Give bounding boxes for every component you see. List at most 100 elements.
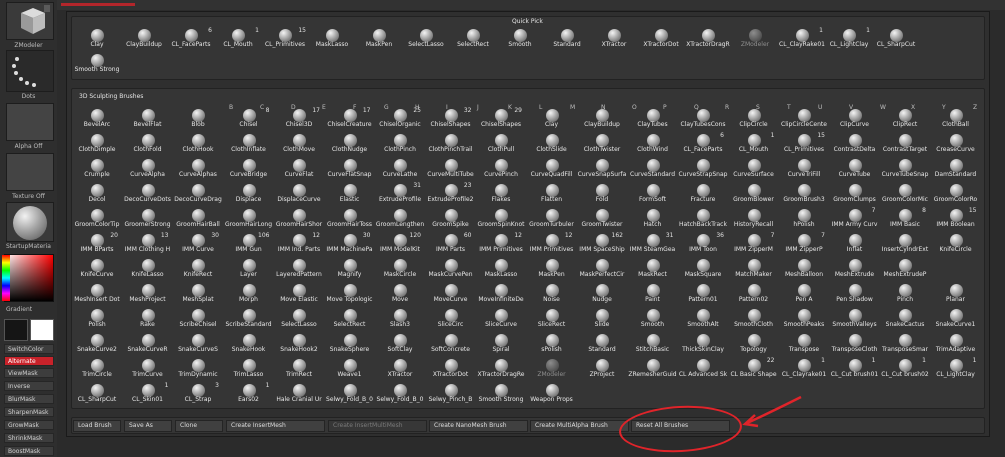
brush-tile[interactable]: CurveStandard [630, 157, 675, 178]
brush-tile[interactable]: Displace [227, 182, 271, 203]
brush-tile[interactable]: Flakes [479, 182, 523, 203]
brush-tile[interactable]: Hatch [631, 207, 675, 228]
brush-tile[interactable]: HatchBackTrack [679, 207, 727, 228]
brush-tile[interactable]: SmoothCloth [732, 307, 776, 328]
brush-tile[interactable]: 1 CL_ClayRake01 [779, 27, 825, 48]
brush-tile[interactable]: CL Advanced Sk [679, 357, 727, 378]
brush-tile[interactable]: SnakeCurveR [126, 332, 170, 353]
brush-tile[interactable]: SnakeSphere [328, 332, 372, 353]
viewmask-button[interactable]: ViewMask [4, 368, 54, 378]
brush-tile[interactable]: Smooth [498, 27, 542, 48]
brush-tile[interactable]: Planar [934, 282, 978, 303]
brush-tile[interactable]: Move [378, 282, 422, 303]
blurmask-button[interactable]: BlurMask [4, 394, 54, 404]
letter-jump[interactable]: E [322, 104, 326, 111]
brush-tile[interactable]: ScribeStandard [225, 307, 272, 328]
brush-tile[interactable]: SelectRect [328, 307, 372, 328]
brush-tile[interactable]: Magnify [328, 257, 372, 278]
brush-tile[interactable]: Topology [732, 332, 776, 353]
brush-tile[interactable]: DisplaceCurve [277, 182, 321, 203]
brush-tile[interactable]: 29 ChiselShapes [479, 107, 523, 128]
brush-tile[interactable]: Pinch [883, 282, 927, 303]
brush-tile[interactable]: XTractorDragRe [478, 357, 524, 378]
brush-tile[interactable]: Smooth [631, 307, 675, 328]
brush-tile[interactable]: Crumple [75, 157, 119, 178]
brush-tile[interactable]: 15 IMM Boolean [934, 207, 978, 228]
brush-tile[interactable]: GroomHairBall [176, 207, 220, 228]
brush-tile[interactable]: GroomBlower [732, 182, 776, 203]
brush-tile[interactable]: ClothHook [176, 132, 220, 153]
brush-tile[interactable]: ScribeChisel [176, 307, 220, 328]
brush-tile[interactable]: Standard [580, 332, 624, 353]
brush-tile[interactable]: ClothNudge [328, 132, 372, 153]
brush-tile[interactable]: Fracture [681, 182, 725, 203]
brush-tile[interactable]: SelectLasso [404, 27, 448, 48]
brush-tile[interactable]: ClipCircle [732, 107, 776, 128]
brush-tile[interactable]: 31 IMM SteamGea [630, 232, 675, 253]
brush-tile[interactable]: Spiral [479, 332, 523, 353]
brush-tile[interactable]: 6 CL_FaceParts [169, 27, 213, 48]
brush-tile[interactable]: Standard [545, 27, 589, 48]
brush-tile[interactable]: TrimRect [277, 357, 321, 378]
brush-tile[interactable]: ClothMove [277, 132, 321, 153]
brush-tile[interactable]: CurveTube [833, 157, 877, 178]
letter-jump[interactable]: R [725, 104, 729, 111]
current-tool-thumbnail[interactable] [6, 2, 54, 40]
brush-tile[interactable]: SnakeCurve2 [75, 332, 119, 353]
brush-tile[interactable]: FormSoft [631, 182, 675, 203]
brush-tile[interactable]: 13 IMM Clothing H [125, 232, 170, 253]
brush-tile[interactable]: 6 CL_FaceParts [681, 132, 725, 153]
brush-tile[interactable]: CurveAlphas [176, 157, 220, 178]
brush-tile[interactable]: MaskLasso [310, 27, 354, 48]
brush-tile[interactable]: 30 IMM Curve [176, 232, 220, 253]
brush-tile[interactable]: 31 ExtrudeProfile [378, 182, 422, 203]
brush-tile[interactable]: 106 IMM Gun [227, 232, 271, 253]
brush-tile[interactable]: DecoCurveDrag [174, 182, 222, 203]
brush-tile[interactable]: ClothPinchTrail [428, 132, 473, 153]
brush-tile[interactable]: ZModeler [530, 357, 574, 378]
brush-tile[interactable]: ClipRect [883, 107, 927, 128]
growmask-button[interactable]: GrowMask [4, 420, 54, 430]
brush-tile[interactable]: ContrastTarget [883, 132, 927, 153]
brush-tile[interactable]: Transpose [782, 332, 826, 353]
brush-tile[interactable]: CL_SharpCut [75, 382, 119, 403]
brush-tile[interactable]: TransposeSmar [882, 332, 928, 353]
brush-tile[interactable]: KnifeLasso [126, 257, 170, 278]
brush-tile[interactable]: CreaseCurve [934, 132, 978, 153]
brush-tile[interactable]: Rake [126, 307, 170, 328]
brush-tile[interactable]: CurveTriFill [782, 157, 826, 178]
brush-tile[interactable]: ClayTubes [631, 107, 675, 128]
create-insertmesh-button[interactable]: Create InsertMesh [226, 420, 325, 432]
brush-tile[interactable]: Pattern01 [681, 282, 725, 303]
brush-tile[interactable]: 32 ChiselShapes [429, 107, 473, 128]
brush-tile[interactable]: ClayTubesCons [680, 107, 726, 128]
brush-tile[interactable]: Pattern02 [732, 282, 776, 303]
brush-tile[interactable]: SelectRect [451, 27, 495, 48]
inverse-button[interactable]: Inverse [4, 381, 54, 391]
brush-tile[interactable]: Smooth Strong [75, 52, 119, 73]
brush-tile[interactable]: 12 IMM Ind. Parts [277, 232, 321, 253]
brush-tile[interactable]: TrimAdaptive [934, 332, 978, 353]
brush-tile[interactable]: SliceRect [530, 307, 574, 328]
brush-tile[interactable]: ClothBall [934, 107, 978, 128]
brush-tile[interactable]: Move Topologic [327, 282, 372, 303]
brush-tile[interactable]: Selwy_Pinch_B [429, 382, 473, 403]
color-picker[interactable] [2, 254, 54, 302]
brush-tile[interactable]: MaskRect [631, 257, 675, 278]
brush-tile[interactable]: Paint [631, 282, 675, 303]
brush-tile[interactable]: CurveMultiTube [427, 157, 474, 178]
brush-tile[interactable]: ZProject [580, 357, 624, 378]
brush-tile[interactable]: Slash3 [378, 307, 422, 328]
brush-tile[interactable]: SliceCirc [429, 307, 473, 328]
brush-tile[interactable]: SelectLasso [277, 307, 321, 328]
brush-tile[interactable]: Decol [75, 182, 119, 203]
brush-tile[interactable]: 22 CL Basic Shape [730, 357, 776, 378]
brush-tile[interactable]: MeshInsert Dot [74, 282, 120, 303]
secondary-color-swatch[interactable] [4, 319, 28, 341]
brush-tile[interactable]: Flatten [530, 182, 574, 203]
brush-tile[interactable]: Pen Shadow [833, 282, 877, 303]
brush-tile[interactable]: MaskCurvePen [428, 257, 473, 278]
brush-tile[interactable]: 12 IMM Primitives [479, 232, 523, 253]
brush-tile[interactable]: XTractor [378, 357, 422, 378]
shrinkmask-button[interactable]: ShrinkMask [4, 433, 54, 443]
